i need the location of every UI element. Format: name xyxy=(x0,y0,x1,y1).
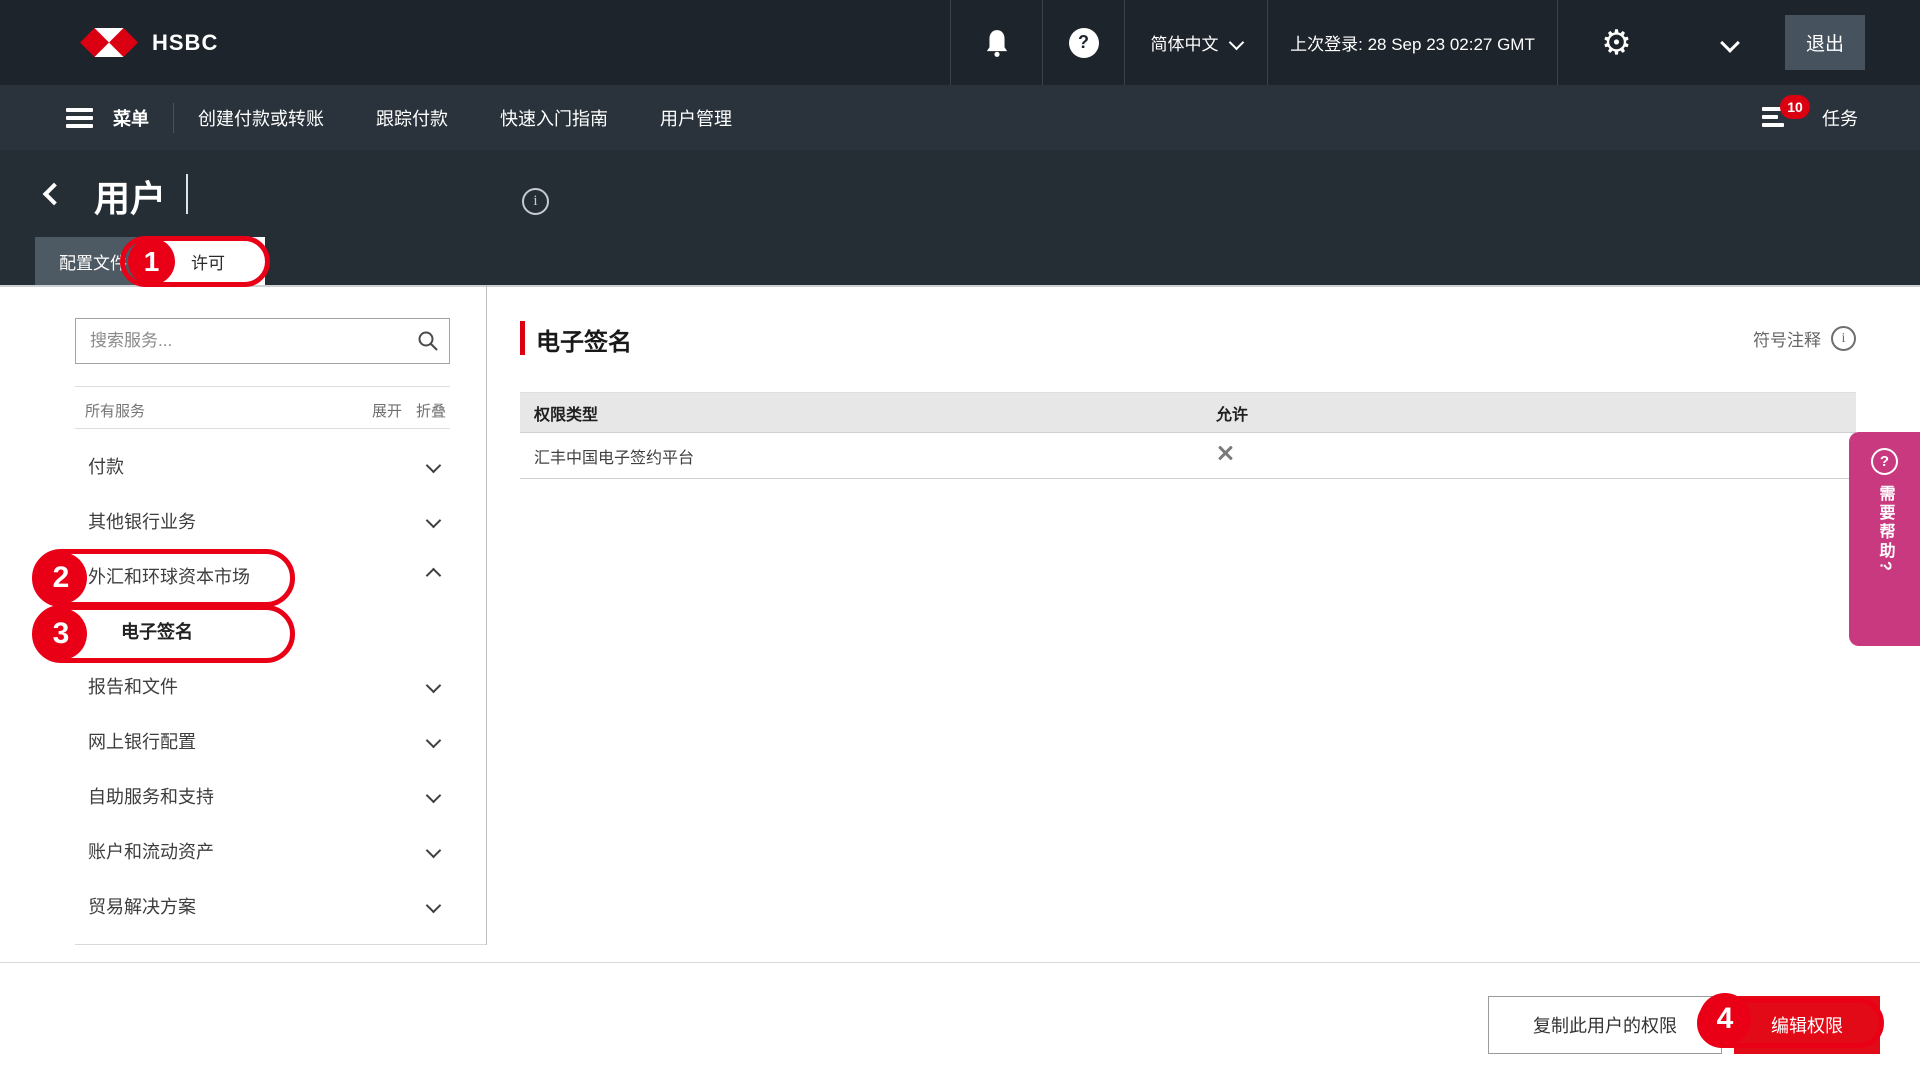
service-item-e-signature[interactable]: 电子签名 xyxy=(78,603,453,658)
section-heading: 电子签名 xyxy=(536,322,632,357)
last-login: 上次登录: 28 Sep 23 02:27 GMT xyxy=(1267,0,1557,85)
expand-all-link[interactable]: 展开 xyxy=(372,400,402,421)
service-list: 付款 其他银行业务 外汇和环球资本市场 电子签名 报告和文件 网上银行配置 自助… xyxy=(78,438,453,933)
menu-button[interactable]: 菜单 xyxy=(66,105,149,131)
tab-bar: 配置文件 许可 xyxy=(35,237,265,285)
legend[interactable]: 符号注释 xyxy=(1753,326,1856,351)
back-button[interactable] xyxy=(46,186,62,207)
service-item-accounts-liquidity[interactable]: 账户和流动资产 xyxy=(78,823,453,878)
nav-items: 创建付款或转账 跟踪付款 快速入门指南 用户管理 xyxy=(198,105,732,131)
table-row: 汇丰中国电子签约平台 xyxy=(520,433,1856,479)
account-dropdown[interactable] xyxy=(1675,0,1785,85)
chevron-down-icon xyxy=(426,678,442,694)
nav-divider xyxy=(173,103,174,133)
info-icon xyxy=(1831,326,1856,351)
notifications-button[interactable] xyxy=(950,0,1042,85)
column-header-permission-type: 权限类型 xyxy=(520,401,1200,425)
tab-permissions[interactable]: 许可 xyxy=(151,237,265,285)
hamburger-icon xyxy=(66,108,93,128)
service-item-trade-solutions[interactable]: 贸易解决方案 xyxy=(78,878,453,933)
service-item-self-service-support[interactable]: 自助服务和支持 xyxy=(78,768,453,823)
divider xyxy=(75,386,450,387)
collapse-all-link[interactable]: 折叠 xyxy=(416,400,446,421)
tab-profile[interactable]: 配置文件 xyxy=(35,237,151,285)
table-header-row: 权限类型 允许 xyxy=(520,393,1856,433)
logout-button[interactable]: 退出 xyxy=(1785,15,1865,70)
chevron-down-icon xyxy=(426,788,442,804)
sidebar-divider xyxy=(486,285,487,945)
x-mark-icon xyxy=(1216,444,1234,462)
question-circle-icon xyxy=(1871,448,1898,475)
top-bar-actions: 简体中文 上次登录: 28 Sep 23 02:27 GMT 退出 xyxy=(950,0,1920,85)
tasks-button[interactable]: 10 任务 xyxy=(1762,85,1858,150)
all-services-label: 所有服务 xyxy=(85,400,145,421)
heading-accent-bar xyxy=(520,321,525,355)
copy-permissions-button[interactable]: 复制此用户的权限 xyxy=(1488,996,1722,1054)
chevron-down-icon xyxy=(426,898,442,914)
help-button[interactable] xyxy=(1042,0,1124,85)
search-icon[interactable] xyxy=(416,329,440,353)
chevron-down-icon xyxy=(1720,33,1740,53)
search-input[interactable] xyxy=(75,318,450,364)
hsbc-logo[interactable]: HSBC xyxy=(80,28,218,57)
expand-collapse-links: 展开 折叠 xyxy=(372,400,446,421)
tasks-count-badge: 10 xyxy=(1780,95,1810,119)
info-icon[interactable] xyxy=(522,188,549,215)
allowed-cell xyxy=(1200,444,1856,467)
nav-item-quick-start[interactable]: 快速入门指南 xyxy=(500,105,608,131)
menu-label: 菜单 xyxy=(113,105,149,131)
all-services-row: 所有服务 展开 折叠 xyxy=(75,392,450,428)
chevron-down-icon xyxy=(426,458,442,474)
question-circle-icon xyxy=(1069,28,1099,58)
service-item-fx-global-markets[interactable]: 外汇和环球资本市场 xyxy=(78,548,453,603)
edit-permissions-button[interactable]: 编辑权限 xyxy=(1734,996,1880,1054)
chevron-down-icon xyxy=(1228,35,1244,51)
language-selector[interactable]: 简体中文 xyxy=(1124,0,1267,85)
service-search xyxy=(75,318,450,364)
chevron-down-icon xyxy=(426,513,442,529)
legend-label: 符号注释 xyxy=(1753,326,1821,351)
column-header-allowed: 允许 xyxy=(1200,401,1856,425)
top-bar: HSBC 简体中文 上次登录: 28 Sep 23 02:27 GMT xyxy=(0,0,1920,85)
nav-item-create-payment[interactable]: 创建付款或转账 xyxy=(198,105,324,131)
tasks-label: 任务 xyxy=(1822,105,1858,131)
footer-actions: 复制此用户的权限 编辑权限 xyxy=(0,962,1920,1080)
service-item-payments[interactable]: 付款 xyxy=(78,438,453,493)
service-item-other-banking[interactable]: 其他银行业务 xyxy=(78,493,453,548)
nav-item-user-management[interactable]: 用户管理 xyxy=(660,105,732,131)
last-login-text: 上次登录: 28 Sep 23 02:27 GMT xyxy=(1290,30,1535,55)
chevron-left-icon xyxy=(43,183,66,206)
permission-type-cell: 汇丰中国电子签约平台 xyxy=(520,444,1200,468)
need-help-tab[interactable]: 需要帮助? xyxy=(1849,432,1920,646)
tasks-list-icon: 10 xyxy=(1762,105,1794,131)
screen: HSBC 简体中文 上次登录: 28 Sep 23 02:27 GMT xyxy=(0,0,1920,1080)
section-heading-row: 电子签名 符号注释 xyxy=(520,318,1856,360)
hsbc-hexagon-icon xyxy=(80,28,138,57)
page-title: 用户 xyxy=(94,170,166,222)
need-help-label: 需要帮助? xyxy=(1873,485,1897,574)
main-nav: 菜单 创建付款或转账 跟踪付款 快速入门指南 用户管理 10 任务 xyxy=(0,85,1920,150)
permissions-table: 权限类型 允许 汇丰中国电子签约平台 xyxy=(520,392,1856,479)
settings-button[interactable] xyxy=(1557,0,1675,85)
gear-icon xyxy=(1601,26,1631,60)
language-label: 简体中文 xyxy=(1151,30,1219,55)
sidebar-bottom-divider xyxy=(75,944,486,945)
chevron-down-icon xyxy=(426,843,442,859)
service-item-online-banking-config[interactable]: 网上银行配置 xyxy=(78,713,453,768)
bell-icon xyxy=(984,29,1010,57)
service-item-reports-documents[interactable]: 报告和文件 xyxy=(78,658,453,713)
page-header: 用户 配置文件 许可 xyxy=(0,150,1920,285)
nav-item-track-payment[interactable]: 跟踪付款 xyxy=(376,105,448,131)
chevron-down-icon xyxy=(426,733,442,749)
divider xyxy=(75,428,450,429)
text-cursor xyxy=(186,174,188,214)
chevron-up-icon xyxy=(426,568,442,584)
brand-name: HSBC xyxy=(152,30,218,56)
